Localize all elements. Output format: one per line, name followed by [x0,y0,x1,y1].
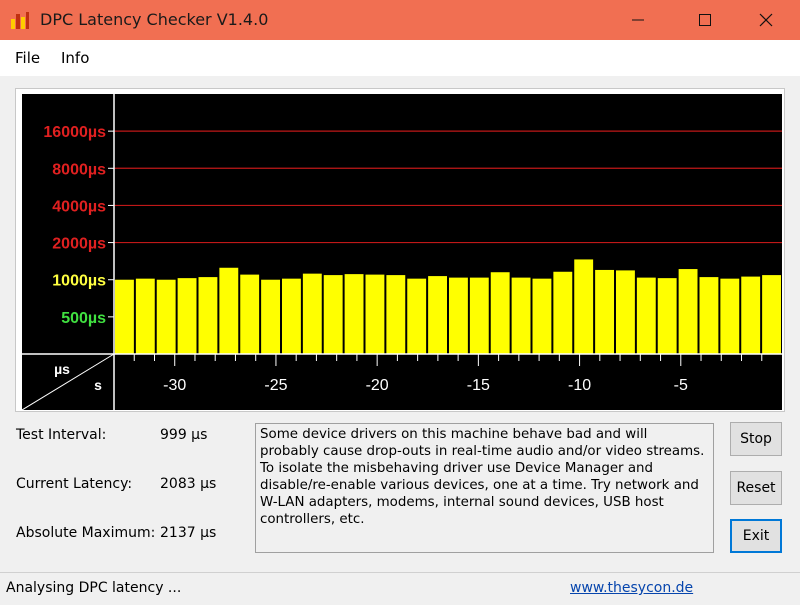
menu-file[interactable]: File [15,49,40,67]
latency-bar [177,278,197,354]
status-text: Analysing DPC latency ... [6,580,182,596]
title-bar[interactable]: DPC Latency Checker V1.4.0 [0,0,800,40]
latency-bar [115,279,134,354]
latency-bar [762,275,781,354]
latency-bar [135,278,155,354]
maximize-button[interactable] [682,0,728,40]
minimize-icon [632,19,644,21]
close-icon [759,13,773,27]
absolute-maximum-label: Absolute Maximum: [16,525,156,541]
latency-bar [699,277,719,354]
website-link[interactable]: www.thesycon.de [570,580,693,596]
x-tick-label: -30 [163,377,186,394]
latency-bar [469,277,489,354]
y-tick-label: 500µs [61,310,106,327]
y-tick-label: 2000µs [52,236,106,253]
diagnostic-message: Some device drivers on this machine beha… [255,423,714,553]
latency-bar [198,277,218,354]
latency-bar [741,276,761,354]
latency-bar [574,259,594,354]
status-bar-divider [0,572,800,573]
latency-bar [511,277,531,354]
latency-bar [261,279,280,354]
close-button[interactable] [743,0,789,40]
latency-bar [302,273,322,354]
corner-unit-s: s [94,377,102,393]
menu-bar: File Info [0,40,800,76]
x-tick-label: -15 [467,377,490,394]
app-logo-icon [11,12,29,29]
latency-bar [386,275,406,354]
window-title: DPC Latency Checker V1.4.0 [40,10,269,29]
chart-background [22,94,782,410]
y-tick-label: 16000µs [43,124,106,141]
latency-bar [365,274,385,354]
y-tick-label: 8000µs [52,161,106,178]
maximize-icon [699,14,711,26]
absolute-maximum-value: 2137 µs [160,525,217,541]
test-interval-value: 999 µs [160,427,208,443]
reset-button[interactable]: Reset [730,471,782,505]
x-tick-label: -5 [674,377,688,394]
x-tick-label: -20 [366,377,389,394]
x-tick-label: -25 [264,377,287,394]
y-tick-label: 1000µs [52,273,106,290]
latency-bar [428,276,447,354]
x-tick-label: -10 [568,377,591,394]
app-window: DPC Latency Checker V1.4.0 File Info 160… [0,0,800,605]
latency-bar [240,274,260,354]
latency-bar [490,272,510,354]
test-interval-label: Test Interval: [16,427,107,443]
latency-bar [657,278,677,354]
latency-bar [595,269,614,354]
latency-bar [449,277,468,354]
latency-bar [553,271,573,354]
latency-chart: 16000µs 8000µs 4000µs 2000µs 1000µs 500µs -30 -… [22,94,782,410]
latency-bar [636,277,656,354]
minimize-button[interactable] [615,0,661,40]
latency-bar [323,275,343,354]
menu-info[interactable]: Info [61,49,89,67]
y-tick-label: 4000µs [52,198,106,215]
corner-unit-us: µs [54,361,70,377]
latency-bar [344,274,364,354]
latency-bar [720,278,740,354]
latency-bar [532,278,552,354]
latency-bar [156,279,176,354]
latency-bar [678,269,698,354]
latency-bar [616,270,635,354]
current-latency-label: Current Latency: [16,476,133,492]
current-latency-value: 2083 µs [160,476,217,492]
stop-button[interactable]: Stop [730,422,782,456]
exit-button[interactable]: Exit [730,519,782,553]
latency-bar [407,278,427,354]
latency-bar [282,278,301,354]
latency-bar [219,267,239,354]
